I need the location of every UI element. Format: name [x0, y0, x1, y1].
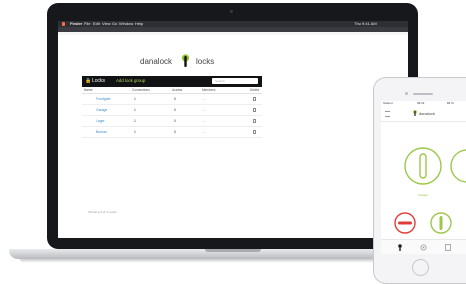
logo-suffix: locks — [196, 57, 215, 66]
table-header: Name Connections Access Members Delete — [82, 87, 262, 94]
lock-connections: 1 — [134, 130, 136, 134]
phone-lock-label: Garage — [418, 193, 429, 197]
header-connections[interactable]: Connections — [132, 87, 150, 93]
lock-name[interactable]: Garage — [96, 105, 107, 115]
table-row[interactable]: Frontgate 1 0 - — [82, 94, 262, 105]
lock-connections: 1 — [134, 97, 136, 101]
lock-name[interactable]: Bureau — [96, 127, 107, 137]
locks-panel-header: 🔒 Locks Add lock group Search — [82, 76, 262, 87]
footer-count: Showing 4 of 4 Locks — [88, 210, 117, 214]
logo-key-icon — [181, 54, 190, 67]
list-tab-icon[interactable] — [445, 244, 451, 251]
lock-members: - — [204, 130, 206, 134]
lock-access: 0 — [174, 108, 176, 112]
danalock-logo: danalock locks — [140, 54, 240, 70]
header-members[interactable]: Members — [202, 87, 215, 93]
phone-screen: Telenor 09:41 84 % danalock Garage — [381, 101, 466, 254]
logo-word: danalock — [140, 57, 173, 66]
apple-icon[interactable] — [62, 22, 65, 26]
table-row[interactable]: Lager 1 0 - — [82, 116, 262, 127]
phone-tab-bar — [381, 239, 466, 254]
locks-table: Name Connections Access Members Delete F… — [82, 87, 262, 138]
table-row[interactable]: Bureau 1 0 - — [82, 127, 262, 138]
lock-members: - — [204, 108, 206, 112]
panel-title: Locks — [92, 78, 106, 84]
trash-icon[interactable] — [253, 130, 256, 134]
lock-name[interactable]: Lager — [96, 116, 105, 126]
lock-status-bar — [419, 153, 427, 179]
lock-access: 0 — [174, 130, 176, 134]
next-lock-ring — [450, 149, 466, 183]
lock-connections: 1 — [134, 119, 136, 123]
lock-members: - — [204, 97, 206, 101]
phone-speaker — [413, 93, 433, 95]
lock-controls — [394, 147, 466, 234]
trash-icon[interactable] — [253, 97, 256, 101]
trash-icon[interactable] — [253, 119, 256, 123]
header-name[interactable]: Name — [84, 87, 93, 93]
lock-access: 0 — [174, 97, 176, 101]
add-lock-group-button[interactable]: Add lock group — [116, 78, 145, 83]
key-tab-icon[interactable] — [397, 244, 403, 251]
laptop-camera — [230, 10, 233, 13]
lock-access: 0 — [174, 119, 176, 123]
browser-status-line — [58, 32, 408, 35]
search-input[interactable]: Search — [212, 78, 258, 84]
home-button[interactable] — [412, 259, 429, 276]
unlock-button-bar — [439, 216, 443, 230]
header-delete: Delete — [250, 88, 260, 92]
table-row[interactable]: Garage 1 0 - — [82, 105, 262, 116]
lock-name[interactable]: Frontgate — [96, 94, 111, 104]
settings-tab-icon[interactable] — [420, 244, 427, 251]
lock-icon: 🔒 — [85, 78, 92, 84]
phone-camera — [405, 92, 408, 95]
lock-connections: 1 — [134, 108, 136, 112]
lock-button-bar — [398, 221, 412, 225]
header-access[interactable]: Access — [172, 87, 182, 93]
lock-members: - — [204, 119, 206, 123]
trash-icon[interactable] — [253, 108, 256, 112]
laptop-notch — [205, 249, 261, 252]
